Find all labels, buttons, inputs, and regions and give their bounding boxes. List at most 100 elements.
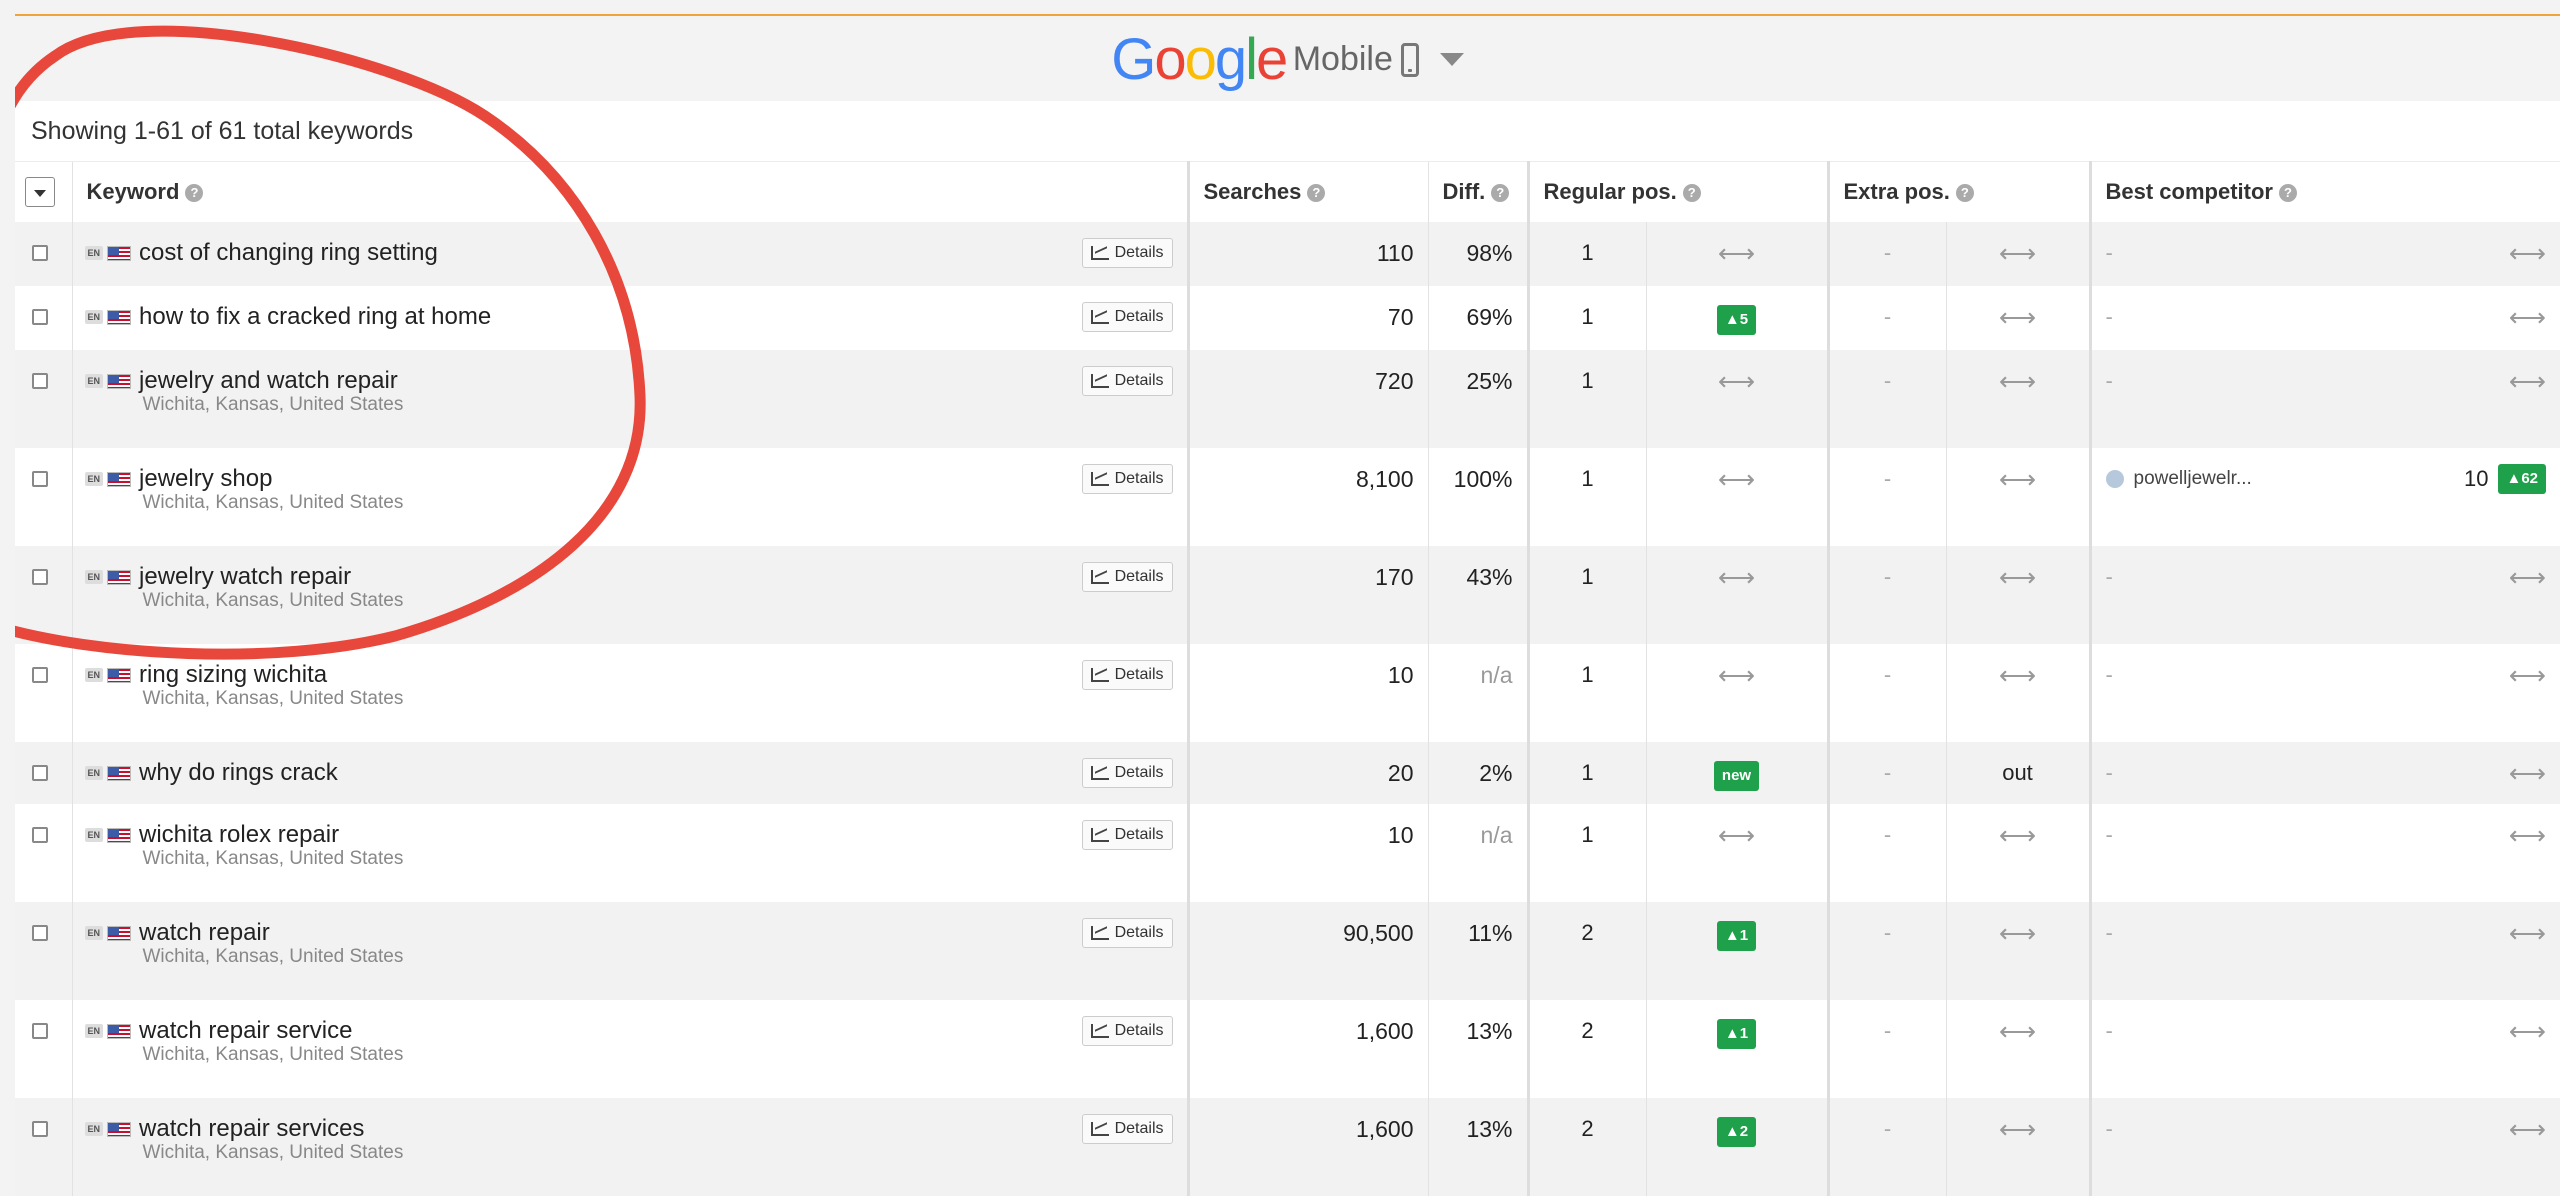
details-label: Details xyxy=(1114,826,1164,843)
details-button[interactable]: Details xyxy=(1081,820,1173,850)
row-checkbox[interactable] xyxy=(32,309,48,325)
no-change-arrow-icon: ⟷ xyxy=(1717,820,1756,850)
row-checkbox[interactable] xyxy=(32,925,48,941)
regular-position: 2 xyxy=(1526,902,1646,1000)
table-row: EN ring sizing wichita Wichita, Kansas, Un… xyxy=(15,644,2560,742)
row-checkbox[interactable] xyxy=(32,471,48,487)
keyword-cell: EN watch repair service Wichita, Kansas, U… xyxy=(71,1000,1188,1098)
help-icon[interactable]: ? xyxy=(1682,184,1701,203)
row-checkbox-cell xyxy=(15,222,72,286)
us-flag-icon xyxy=(107,471,132,487)
help-icon[interactable]: ? xyxy=(1491,184,1510,203)
table-row: EN why do rings crack Details 20 2% 1 new - out -… xyxy=(15,742,2560,804)
extra-position-change: ⟷ xyxy=(1945,644,2090,742)
extra-position-change: ⟷ xyxy=(1945,1000,2090,1098)
row-checkbox[interactable] xyxy=(32,373,48,389)
keyword-text[interactable]: watch repair services xyxy=(139,1115,364,1143)
details-button[interactable]: Details xyxy=(1081,464,1173,494)
competitor-empty: - xyxy=(2105,662,2113,687)
column-header-extra-pos[interactable]: Extra pos.? xyxy=(1826,161,2090,222)
details-button[interactable]: Details xyxy=(1081,366,1173,396)
row-checkbox[interactable] xyxy=(32,1121,48,1137)
no-change-arrow-icon: ⟷ xyxy=(2508,819,2546,850)
line-chart-icon xyxy=(1090,374,1109,388)
table-header-row: Keyword? Searches? Diff.? Regular pos.? … xyxy=(15,161,2560,222)
rank-tracker-panel: Google Mobile Showing 1-61 of 61 total k… xyxy=(15,16,2560,1196)
competitor-domain[interactable]: powelljewelr... xyxy=(2134,468,2252,490)
row-checkbox-cell xyxy=(15,644,72,742)
keyword-location: Wichita, Kansas, United States xyxy=(142,848,404,869)
keyword-text[interactable]: how to fix a cracked ring at home xyxy=(139,303,491,331)
no-change-arrow-icon: ⟷ xyxy=(2508,237,2546,268)
logo-letter: l xyxy=(1245,27,1258,92)
difficulty-value: 2% xyxy=(1427,742,1528,804)
keyword-text[interactable]: jewelry and watch repair xyxy=(139,367,398,395)
extra-position: - xyxy=(1826,902,1946,1000)
searches-value: 170 xyxy=(1186,546,1428,644)
keyword-text[interactable]: wichita rolex repair xyxy=(139,821,339,849)
regular-position-change: ⟷ xyxy=(1645,222,1828,286)
keyword-text[interactable]: jewelry watch repair xyxy=(139,563,351,591)
best-competitor-cell: - ⟷ xyxy=(2088,902,2560,1000)
engine-selector[interactable]: Google Mobile xyxy=(15,26,2560,93)
competitor-change-badge: ▲62 xyxy=(2498,464,2546,494)
column-header-searches[interactable]: Searches? xyxy=(1186,161,1428,222)
column-header-diff[interactable]: Diff.? xyxy=(1427,161,1528,222)
row-checkbox[interactable] xyxy=(32,1023,48,1039)
column-header-best-competitor[interactable]: Best competitor? xyxy=(2088,161,2560,222)
keyword-cell: EN jewelry shop Wichita, Kansas, United St… xyxy=(71,448,1188,546)
keyword-cell: EN how to fix a cracked ring at home Detai… xyxy=(71,286,1188,350)
extra-position-change: ⟷ xyxy=(1945,1098,2090,1196)
bulk-select-dropdown[interactable] xyxy=(25,177,55,207)
details-button[interactable]: Details xyxy=(1081,1016,1173,1046)
google-logo: Google xyxy=(1111,27,1288,92)
table-row: EN jewelry watch repair Wichita, Kansas, U… xyxy=(15,546,2560,644)
keyword-text[interactable]: why do rings crack xyxy=(139,759,338,787)
help-icon[interactable]: ? xyxy=(2278,184,2297,203)
regular-position: 1 xyxy=(1526,804,1646,902)
keyword-text[interactable]: ring sizing wichita xyxy=(139,661,327,689)
keyword-location: Wichita, Kansas, United States xyxy=(142,394,404,415)
no-change-arrow-icon: ⟷ xyxy=(2508,917,2546,948)
column-header-keyword[interactable]: Keyword? xyxy=(71,161,1188,222)
no-change-arrow-icon: ⟷ xyxy=(1998,918,2037,948)
keyword-location: Wichita, Kansas, United States xyxy=(142,1044,404,1065)
table-row: EN how to fix a cracked ring at home Detai… xyxy=(15,286,2560,350)
regular-position: 2 xyxy=(1526,1000,1646,1098)
competitor-rank: ⟷ xyxy=(2509,644,2546,706)
row-checkbox[interactable] xyxy=(32,245,48,261)
help-icon[interactable]: ? xyxy=(185,184,204,203)
keyword-text[interactable]: jewelry shop xyxy=(139,465,272,493)
details-button[interactable]: Details xyxy=(1081,562,1173,592)
column-header-regular-pos[interactable]: Regular pos.? xyxy=(1526,161,1828,222)
line-chart-icon xyxy=(1090,310,1109,324)
searches-value: 70 xyxy=(1186,286,1428,350)
extra-position: - xyxy=(1826,546,1946,644)
details-button[interactable]: Details xyxy=(1081,1114,1173,1144)
keyword-text[interactable]: watch repair service xyxy=(139,1017,352,1045)
help-icon[interactable]: ? xyxy=(1955,184,1974,203)
row-checkbox[interactable] xyxy=(32,569,48,585)
keyword-text[interactable]: cost of changing ring setting xyxy=(139,239,438,267)
row-checkbox[interactable] xyxy=(32,765,48,781)
dropdown-caret-icon[interactable] xyxy=(1439,53,1464,66)
competitor-empty: - xyxy=(2105,1116,2113,1141)
keyword-line: EN how to fix a cracked ring at home xyxy=(73,286,1187,348)
details-button[interactable]: Details xyxy=(1081,918,1173,948)
details-button[interactable]: Details xyxy=(1081,302,1173,332)
details-button[interactable]: Details xyxy=(1081,660,1173,690)
table-row: EN jewelry and watch repair Wichita, Kansa… xyxy=(15,350,2560,448)
row-checkbox[interactable] xyxy=(32,667,48,683)
best-competitor-cell: - ⟷ xyxy=(2088,804,2560,902)
competitor-rank: ⟷ xyxy=(2509,742,2546,804)
no-change-arrow-icon: ⟷ xyxy=(2508,1113,2546,1144)
details-button[interactable]: Details xyxy=(1081,758,1173,788)
competitor-rank: ⟷ xyxy=(2509,1000,2546,1062)
details-label: Details xyxy=(1114,372,1164,389)
extra-position-change: ⟷ xyxy=(1945,448,2090,546)
details-button[interactable]: Details xyxy=(1081,238,1173,268)
row-checkbox[interactable] xyxy=(32,827,48,843)
keyword-text[interactable]: watch repair xyxy=(139,919,270,947)
help-icon[interactable]: ? xyxy=(1307,184,1326,203)
regular-position-change: ⟷ xyxy=(1645,804,1828,902)
